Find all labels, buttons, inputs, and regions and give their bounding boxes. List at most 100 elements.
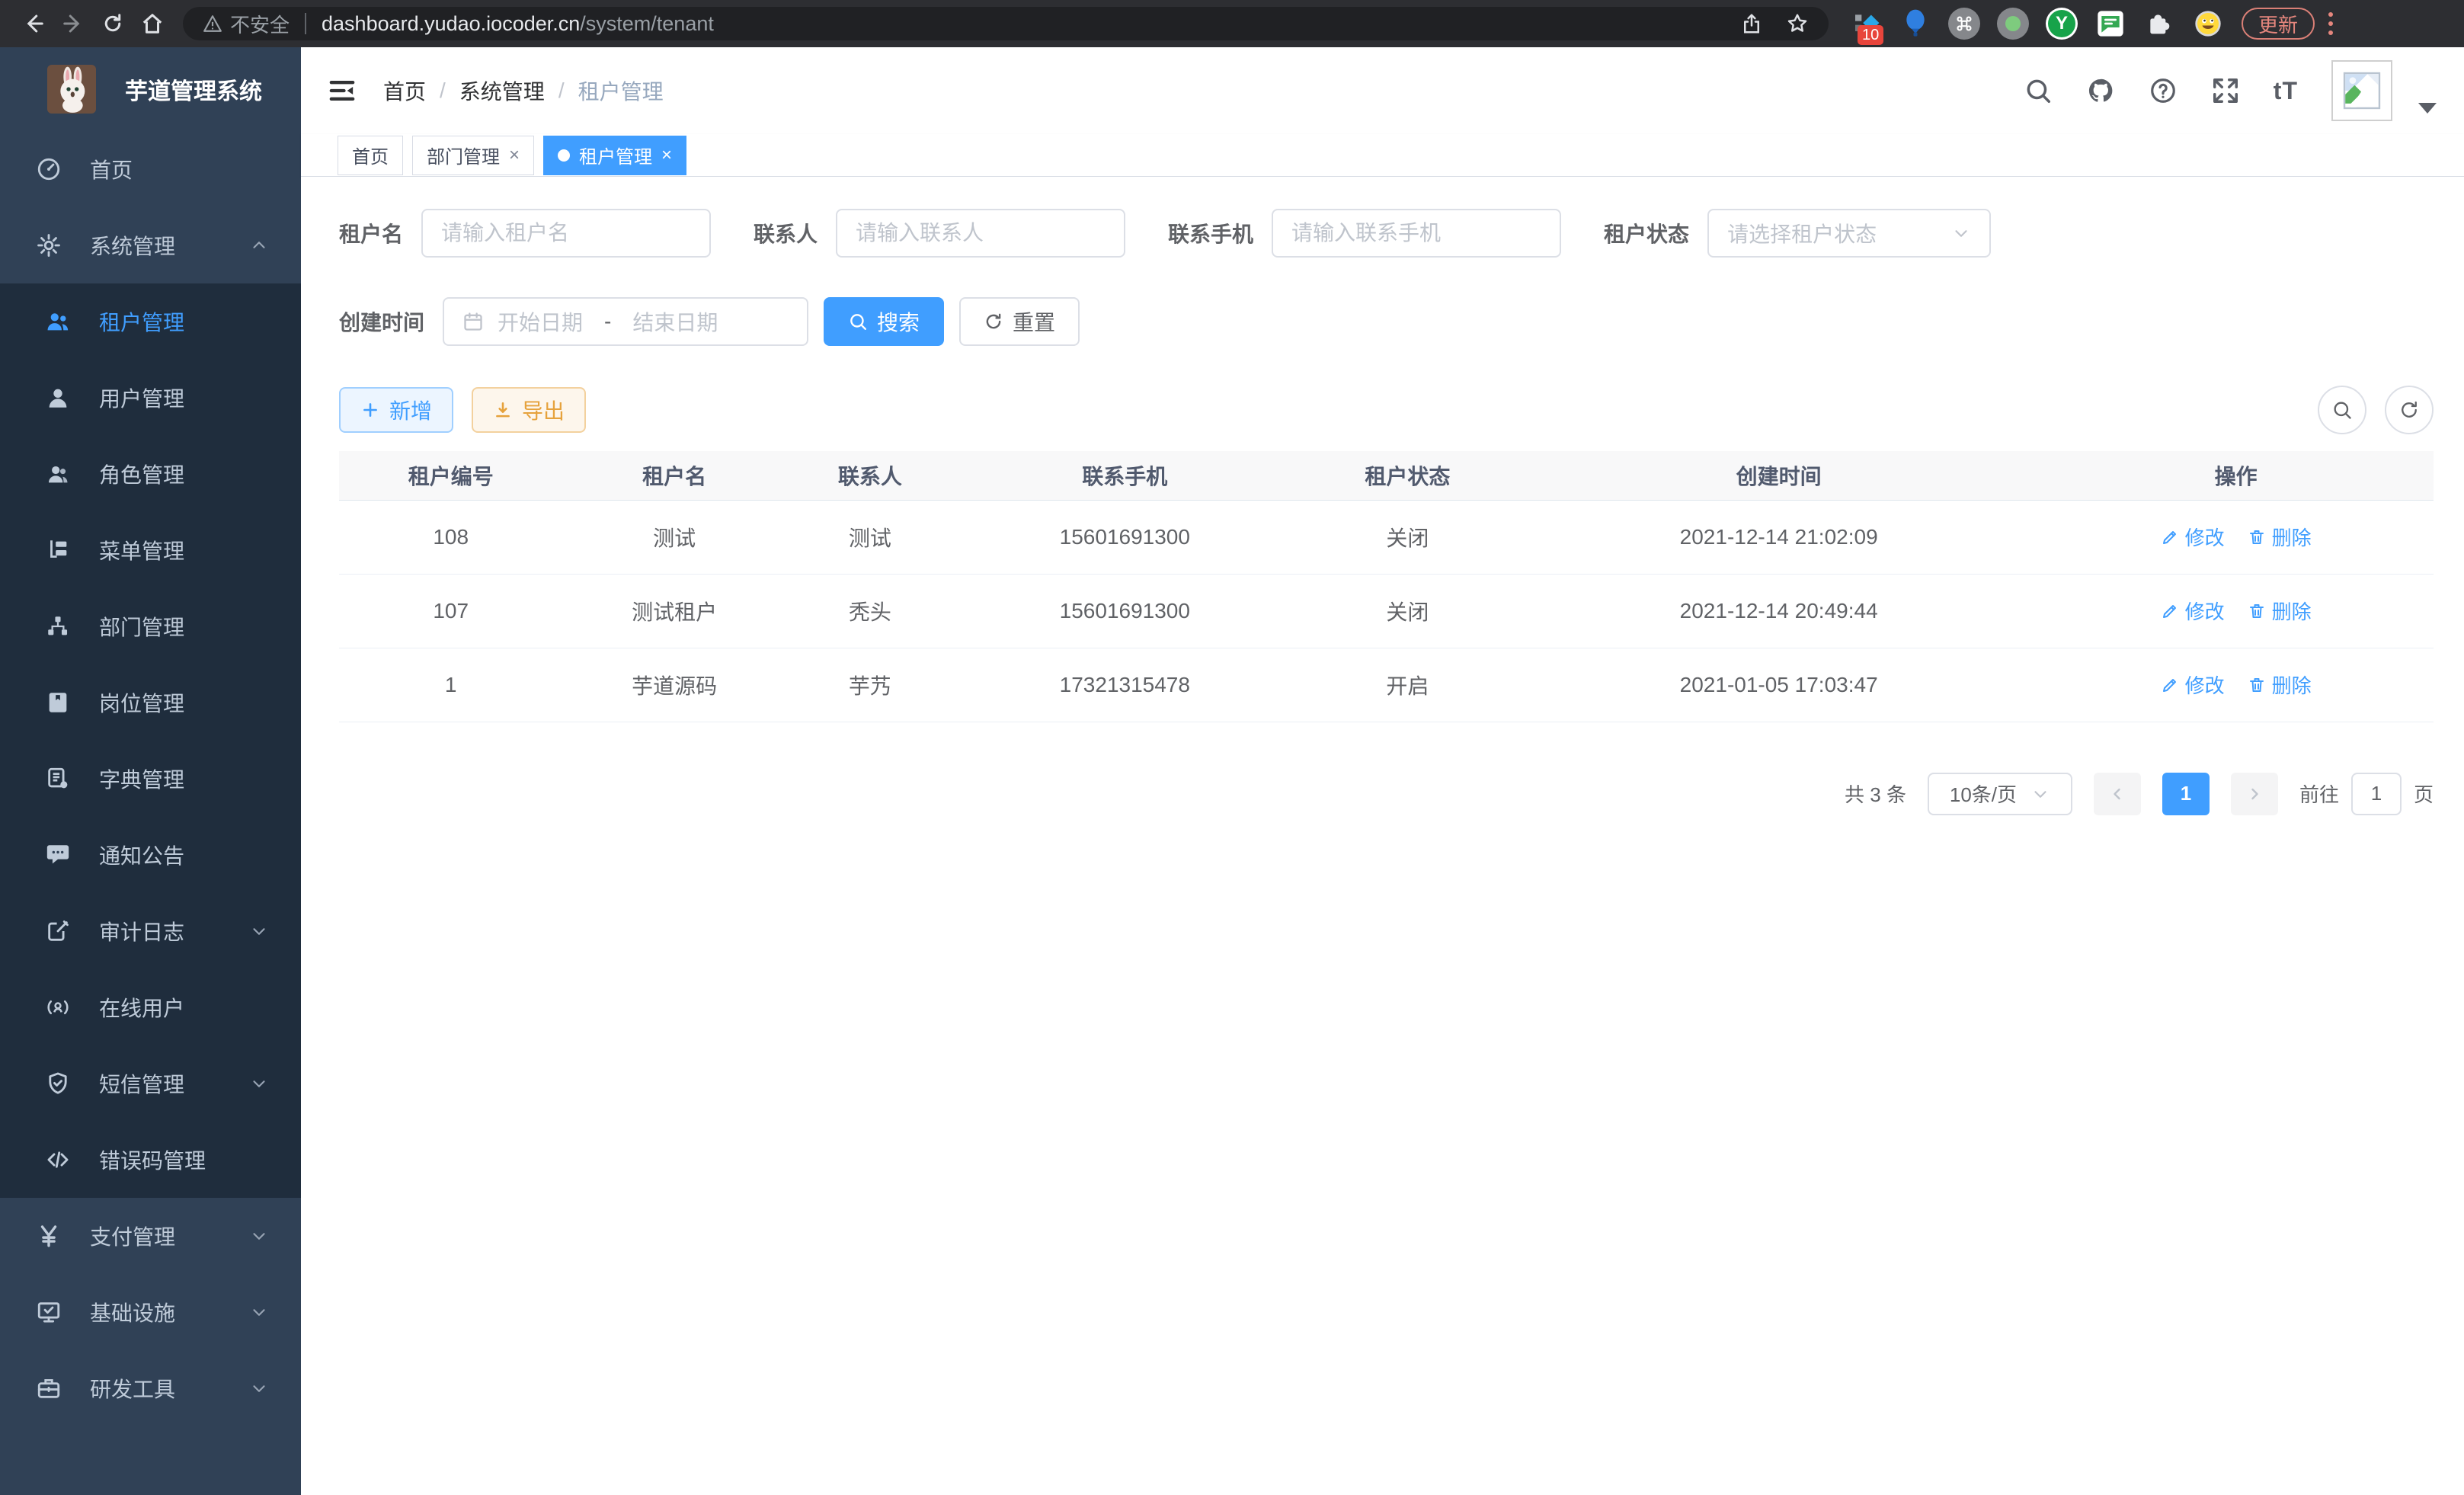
add-button[interactable]: 新增 xyxy=(339,387,453,433)
log-icon xyxy=(43,918,73,944)
sidebar-item-dept[interactable]: 部门管理 xyxy=(0,588,301,664)
reload-icon xyxy=(101,12,124,35)
extension-recorder-button[interactable] xyxy=(1996,7,2030,40)
close-icon[interactable]: × xyxy=(509,145,520,166)
help-button[interactable] xyxy=(2149,76,2178,105)
extension-chat-button[interactable] xyxy=(2094,7,2127,40)
extension-command-button[interactable] xyxy=(1947,7,1981,40)
sidebar-item-label: 研发工具 xyxy=(90,1373,175,1404)
security-label[interactable]: 不安全 xyxy=(230,10,290,38)
search-button[interactable]: 搜索 xyxy=(824,297,944,346)
sidebar-collapse-button[interactable] xyxy=(301,75,383,106)
font-size-button[interactable]: tT xyxy=(2274,77,2298,105)
search-icon xyxy=(2331,399,2353,421)
user-avatar[interactable] xyxy=(2331,60,2392,121)
status-select[interactable]: 请选择租户状态 xyxy=(1707,209,1991,258)
org-icon xyxy=(43,613,73,639)
fullscreen-button[interactable] xyxy=(2211,76,2240,105)
tag-dept[interactable]: 部门管理 × xyxy=(412,136,534,175)
browser-update-button[interactable]: 更新 xyxy=(2242,8,2315,40)
sidebar-item-tenant[interactable]: 租户管理 xyxy=(0,283,301,360)
avatar-dropdown-caret-icon[interactable] xyxy=(2418,103,2437,114)
tag-home[interactable]: 首页 xyxy=(338,136,403,175)
cell-mobile: 15601691300 xyxy=(954,574,1296,648)
delete-button[interactable]: 删除 xyxy=(2248,523,2312,551)
extension-translate-button[interactable]: 10 xyxy=(1850,7,1883,40)
browser-forward-button[interactable] xyxy=(53,4,93,43)
menu-tree-icon xyxy=(43,537,73,563)
tag-tenant-active[interactable]: 租户管理 × xyxy=(543,136,686,175)
page-size-select[interactable]: 10条/页 xyxy=(1928,773,2072,815)
sidebar-item-dict[interactable]: 字典管理 xyxy=(0,741,301,817)
prev-page-button[interactable] xyxy=(2094,773,2141,815)
github-link[interactable] xyxy=(2086,76,2115,105)
edit-button[interactable]: 修改 xyxy=(2161,523,2225,551)
post-icon xyxy=(43,690,73,715)
col-tenant-id: 租户编号 xyxy=(339,451,562,500)
edit-button[interactable]: 修改 xyxy=(2161,671,2225,699)
browser-back-button[interactable] xyxy=(14,4,53,43)
sidebar-item-dev-tools[interactable]: 研发工具 xyxy=(0,1350,301,1426)
col-contact: 联系人 xyxy=(786,451,954,500)
next-page-button[interactable] xyxy=(2231,773,2278,815)
browser-menu-button[interactable] xyxy=(2328,12,2333,35)
chevron-down-icon xyxy=(1951,223,1971,243)
puzzle-piece-icon xyxy=(2144,8,2174,39)
sidebar-item-online-users[interactable]: 在线用户 xyxy=(0,969,301,1045)
reset-button-label: 重置 xyxy=(1013,306,1055,337)
tenant-name-input[interactable] xyxy=(441,221,691,245)
sidebar-item-infra[interactable]: 基础设施 xyxy=(0,1274,301,1350)
extension-balloon-button[interactable] xyxy=(1899,7,1932,40)
sidebar-item-audit-log[interactable]: 审计日志 xyxy=(0,893,301,969)
header-search-button[interactable] xyxy=(2024,76,2053,105)
edit-button[interactable]: 修改 xyxy=(2161,597,2225,625)
sidebar-item-label: 基础设施 xyxy=(90,1297,175,1327)
url-host: dashboard.yudao.iocoder.cn xyxy=(322,12,580,36)
extension-y-button[interactable]: Y xyxy=(2045,7,2078,40)
status-label: 租户状态 xyxy=(1604,218,1689,248)
breadcrumb-home[interactable]: 首页 xyxy=(383,75,426,106)
browser-profile-button[interactable] xyxy=(2191,7,2225,40)
sidebar-item-label: 在线用户 xyxy=(99,992,184,1023)
sidebar-logo[interactable]: 芋道管理系统 xyxy=(0,47,301,131)
browser-reload-button[interactable] xyxy=(93,4,133,43)
sidebar-item-sms[interactable]: 短信管理 xyxy=(0,1045,301,1122)
sidebar-item-label: 通知公告 xyxy=(99,840,184,870)
github-icon xyxy=(2086,76,2115,105)
refresh-table-button[interactable] xyxy=(2385,386,2434,434)
cell-tenant-id: 1 xyxy=(339,648,562,722)
user-icon xyxy=(43,385,73,411)
delete-button[interactable]: 删除 xyxy=(2248,671,2312,699)
reset-button[interactable]: 重置 xyxy=(959,297,1080,346)
sidebar-item-menu[interactable]: 菜单管理 xyxy=(0,512,301,588)
export-button[interactable]: 导出 xyxy=(472,387,586,433)
browser-home-button[interactable] xyxy=(133,4,172,43)
sidebar-item-post[interactable]: 岗位管理 xyxy=(0,664,301,741)
chevron-right-icon xyxy=(2245,785,2264,803)
sidebar-item-pay[interactable]: 支付管理 xyxy=(0,1198,301,1274)
sidebar-item-home[interactable]: 首页 xyxy=(0,131,301,207)
extensions-menu-button[interactable] xyxy=(2142,7,2176,40)
breadcrumb-system[interactable]: 系统管理 xyxy=(459,75,545,106)
close-icon[interactable]: × xyxy=(661,145,672,166)
delete-button[interactable]: 删除 xyxy=(2248,597,2312,625)
date-separator: - xyxy=(604,309,611,334)
goto-page-input[interactable] xyxy=(2351,773,2402,815)
mobile-input-wrap xyxy=(1272,209,1561,258)
toggle-search-button[interactable] xyxy=(2318,386,2366,434)
sidebar-item-system[interactable]: 系统管理 xyxy=(0,207,301,283)
cell-created: 2021-01-05 17:03:47 xyxy=(1519,648,2038,722)
sidebar-item-user[interactable]: 用户管理 xyxy=(0,360,301,436)
contact-input[interactable] xyxy=(856,221,1106,245)
sidebar-item-role[interactable]: 角色管理 xyxy=(0,436,301,512)
bookmark-star-button[interactable] xyxy=(1786,12,1809,35)
address-bar[interactable]: 不安全 dashboard.yudao.iocoder.cn/system/te… xyxy=(183,7,1829,40)
page-number-1[interactable]: 1 xyxy=(2162,773,2210,815)
sidebar-item-label: 租户管理 xyxy=(99,306,184,337)
mobile-input[interactable] xyxy=(1291,221,1541,245)
sidebar-item-error-code[interactable]: 错误码管理 xyxy=(0,1122,301,1198)
share-button[interactable] xyxy=(1740,12,1763,35)
sidebar-item-notice[interactable]: 通知公告 xyxy=(0,817,301,893)
date-range-picker[interactable]: 开始日期 - 结束日期 xyxy=(443,297,808,346)
mobile-label: 联系手机 xyxy=(1168,218,1253,248)
